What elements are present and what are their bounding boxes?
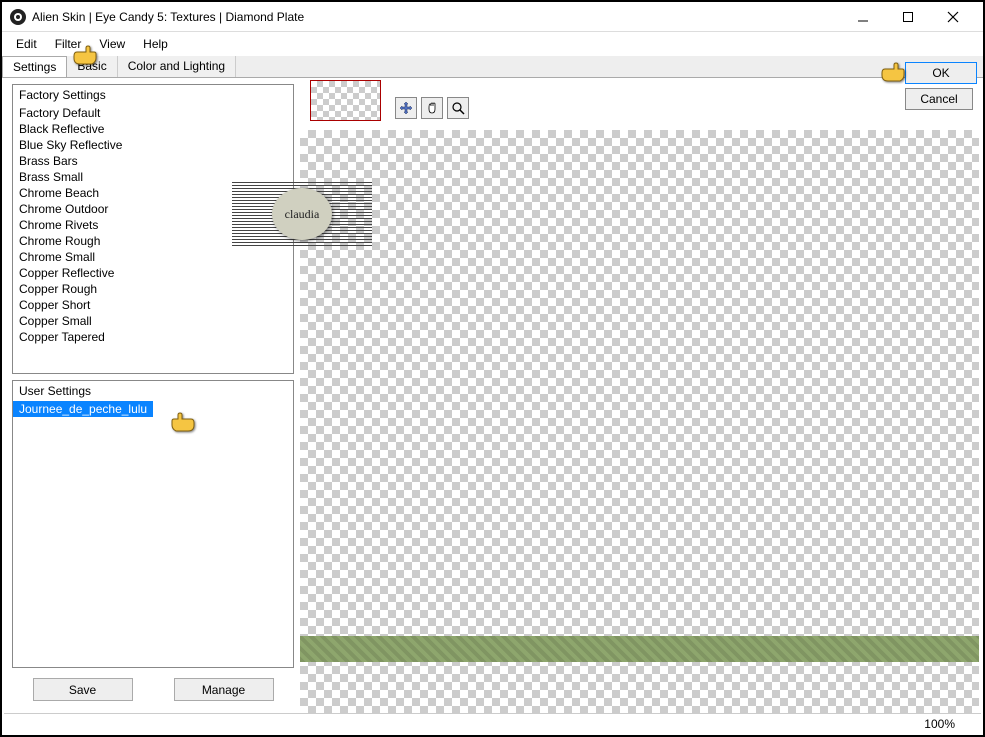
cancel-button[interactable]: Cancel — [905, 88, 973, 110]
factory-item[interactable]: Blue Sky Reflective — [13, 137, 293, 153]
statusbar: 100% — [4, 713, 981, 733]
factory-item[interactable]: Brass Small — [13, 169, 293, 185]
save-button[interactable]: Save — [33, 678, 133, 701]
preview-canvas[interactable] — [300, 130, 979, 713]
factory-item[interactable]: Copper Small — [13, 313, 293, 329]
navigator-thumb[interactable] — [310, 80, 381, 121]
factory-item[interactable]: Copper Reflective — [13, 265, 293, 281]
factory-item[interactable]: Copper Rough — [13, 281, 293, 297]
factory-item[interactable]: Chrome Small — [13, 249, 293, 265]
pointer-annotation-icon — [880, 62, 916, 84]
factory-item[interactable]: Chrome Rough — [13, 233, 293, 249]
rendered-texture-strip — [300, 636, 979, 662]
zoom-level: 100% — [924, 717, 955, 731]
preview-area — [300, 78, 979, 713]
move-tool-icon[interactable] — [395, 97, 417, 119]
factory-item[interactable]: Chrome Beach — [13, 185, 293, 201]
tab-color-lighting[interactable]: Color and Lighting — [118, 56, 236, 77]
close-button[interactable] — [930, 3, 975, 31]
user-setting-selected[interactable]: Journee_de_peche_lulu — [13, 401, 153, 417]
factory-item[interactable]: Chrome Rivets — [13, 217, 293, 233]
hand-tool-icon[interactable] — [421, 97, 443, 119]
menubar: Edit Filter View Help — [2, 32, 983, 56]
maximize-button[interactable] — [885, 3, 930, 31]
user-header: User Settings — [13, 381, 293, 401]
user-settings-list[interactable]: User Settings Journee_de_peche_lulu — [12, 380, 294, 668]
factory-item[interactable]: Factory Default — [13, 105, 293, 121]
factory-item[interactable]: Copper Tapered — [13, 329, 293, 345]
manage-button[interactable]: Manage — [174, 678, 274, 701]
settings-panel: Factory Settings Factory DefaultBlack Re… — [6, 78, 300, 713]
zoom-tool-icon[interactable] — [447, 97, 469, 119]
menu-help[interactable]: Help — [135, 35, 176, 53]
titlebar: Alien Skin | Eye Candy 5: Textures | Dia… — [2, 2, 983, 32]
tab-settings[interactable]: Settings — [2, 56, 67, 77]
minimize-button[interactable] — [840, 3, 885, 31]
factory-item[interactable]: Chrome Outdoor — [13, 201, 293, 217]
factory-header: Factory Settings — [13, 85, 293, 105]
factory-settings-list[interactable]: Factory Settings Factory DefaultBlack Re… — [12, 84, 294, 374]
window-title: Alien Skin | Eye Candy 5: Textures | Dia… — [32, 10, 304, 24]
pointer-annotation-icon — [72, 45, 108, 67]
factory-item[interactable]: Brass Bars — [13, 153, 293, 169]
menu-edit[interactable]: Edit — [8, 35, 45, 53]
app-icon — [10, 9, 26, 25]
tabstrip: Settings Basic Color and Lighting — [2, 56, 983, 78]
factory-item[interactable]: Copper Short — [13, 297, 293, 313]
factory-item[interactable]: Black Reflective — [13, 121, 293, 137]
window-controls — [840, 3, 975, 31]
pointer-annotation-icon — [160, 412, 196, 434]
settings-buttons: Save Manage — [12, 674, 294, 705]
